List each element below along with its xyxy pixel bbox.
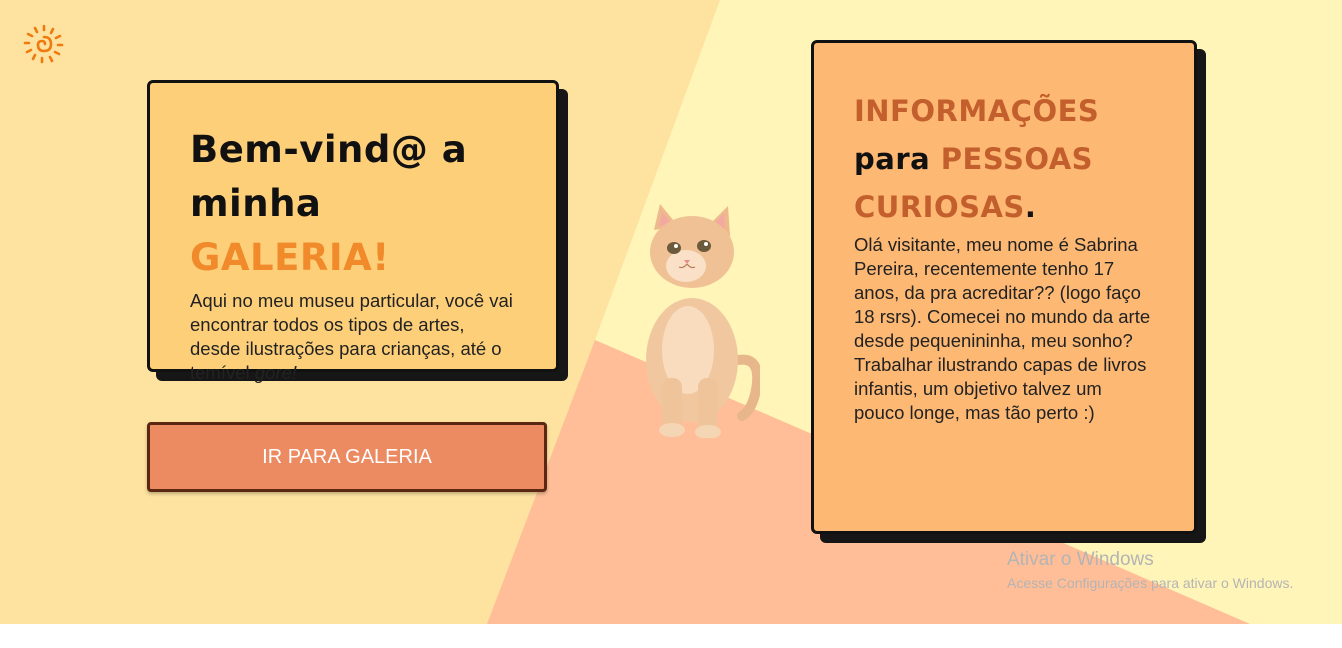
info-description: Olá visitante, meu nome é Sabrina Pereir… [854, 234, 1151, 423]
watermark-title: Ativar o Windows [1007, 549, 1154, 570]
welcome-title-highlight: GALERIA! [190, 236, 390, 279]
welcome-text-emphasis: gore! [254, 362, 297, 383]
kitten-image [646, 204, 760, 438]
info-title-plain: para [854, 142, 941, 176]
welcome-text: Aqui no meu museu particular, você vai e… [190, 290, 513, 383]
welcome-title-line1: Bem-vind@ a [190, 128, 468, 171]
windows-activation-watermark: Ativar o Windows Acesse Configurações pa… [1007, 548, 1293, 592]
go-to-gallery-button[interactable]: IR PARA GALERIA [147, 422, 547, 492]
info-title-highlight-1: INFORMAÇÕES [854, 94, 1100, 128]
sun-spiral-icon[interactable] [22, 24, 66, 64]
welcome-card: Bem-vind@ a minha GALERIA! Aqui no meu m… [147, 80, 559, 383]
info-title: INFORMAÇÕES para PESSOAS CURIOSAS. [854, 87, 1154, 231]
info-title-end: . [1024, 190, 1037, 224]
welcome-title: Bem-vind@ a minha GALERIA! [190, 123, 516, 285]
watermark-subtitle: Acesse Configurações para ativar o Windo… [1007, 575, 1294, 591]
welcome-title-line2: minha [190, 182, 322, 225]
welcome-description: Aqui no meu museu particular, você vai e… [190, 289, 516, 385]
info-card: INFORMAÇÕES para PESSOAS CURIOSAS. Olá v… [811, 40, 1197, 534]
page-background: Bem-vind@ a minha GALERIA! Aqui no meu m… [0, 0, 1342, 624]
